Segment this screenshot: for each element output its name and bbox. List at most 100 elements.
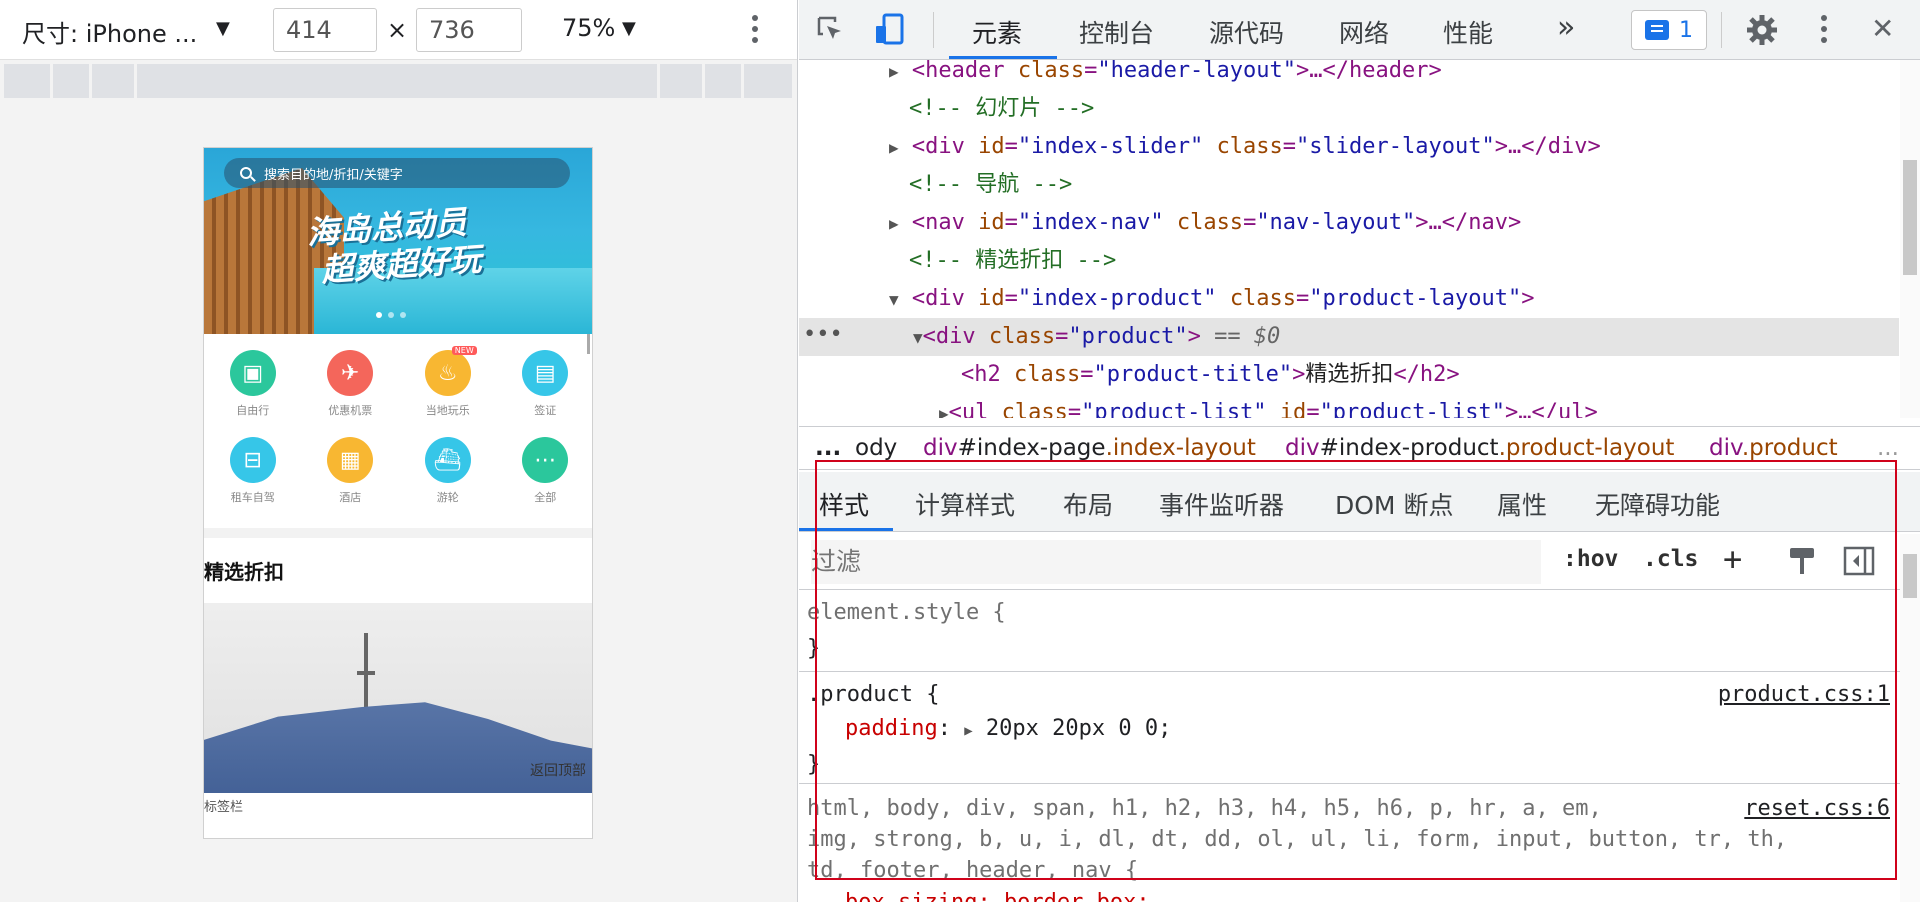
nav-item[interactable]: ▣ 自由行 xyxy=(204,338,302,425)
breadcrumb-product[interactable]: div.product xyxy=(1709,427,1838,469)
nav-item[interactable]: ⋯ 全部 xyxy=(497,425,593,512)
nav-item-label: 签证 xyxy=(534,404,557,417)
rule-selector: element.style { xyxy=(807,600,1006,625)
tab-computed[interactable]: 计算样式 xyxy=(915,486,1015,522)
height-input[interactable]: 736 xyxy=(416,8,522,52)
tab-bar-label: 标签栏 xyxy=(204,800,244,815)
nav-item-glyph: ⛴ xyxy=(433,447,462,473)
nav-item[interactable]: ⊟ 租车自驾 xyxy=(204,425,302,512)
toolbar-divider xyxy=(933,12,934,48)
tab-network[interactable]: 网络 xyxy=(1339,14,1389,50)
search-bar[interactable]: 搜索目的地/折扣/关键字 xyxy=(224,158,570,188)
tab-layout[interactable]: 布局 xyxy=(1063,486,1113,522)
dom-comment-nav[interactable]: <!-- 导航 --> xyxy=(799,166,1899,204)
dom-comment-product[interactable]: <!-- 精选折扣 --> xyxy=(799,242,1899,280)
dom-node-index-product[interactable]: ▼ <div id="index-product" class="product… xyxy=(799,280,1899,318)
nav-item-glyph: ▤ xyxy=(534,360,556,386)
filter-row: :hov .cls + xyxy=(799,534,1920,590)
dimension-times: × xyxy=(387,16,408,44)
rule-selector-line1: html, body, div, span, h1, h2, h3, h4, h… xyxy=(807,796,1602,821)
rule-selector: .product { xyxy=(807,682,940,707)
device-select[interactable]: 尺寸: iPhone ... xyxy=(22,14,197,49)
source-link-reset-css[interactable]: reset.css:6 xyxy=(1744,796,1890,821)
nav-item-label: 全部 xyxy=(534,491,557,504)
search-placeholder: 搜索目的地/折扣/关键字 xyxy=(264,167,403,183)
breadcrumb-body[interactable]: ody xyxy=(855,427,897,469)
inspect-element-icon[interactable] xyxy=(815,14,847,46)
tab-sources[interactable]: 源代码 xyxy=(1209,14,1284,50)
dom-node-index-slider[interactable]: ▶ <div id="index-slider" class="slider-l… xyxy=(799,128,1899,166)
rule-product[interactable]: .product { product.css:1 padding: ▶ 20px… xyxy=(799,672,1920,784)
nav-item[interactable]: ⛴ 游轮 xyxy=(399,425,497,512)
tab-properties[interactable]: 属性 xyxy=(1497,486,1547,522)
banner-slider[interactable]: 搜索目的地/折扣/关键字 海岛总动员 超爽超好玩 xyxy=(204,148,592,334)
nav-item[interactable]: ✈ 优惠机票 xyxy=(302,338,400,425)
customize-menu-icon[interactable] xyxy=(1821,15,1827,48)
nav-item[interactable]: ♨ NEW 当地玩乐 xyxy=(399,338,497,425)
device-emulation-pane: 尺寸: iPhone ... ▼ 414 × 736 75% ▼ 搜索目的地/折… xyxy=(0,0,798,902)
new-style-rule-icon[interactable]: + xyxy=(1723,540,1742,578)
styles-filter-input[interactable] xyxy=(811,540,1541,584)
devtools-panel: 元素 控制台 源代码 网络 性能 » 1 ✕ ▶ <header class="… xyxy=(799,0,1920,902)
nav-item-icon: ▦ xyxy=(327,437,374,483)
style-declaration-box-sizing[interactable]: box-sizing: border-box; xyxy=(845,890,1150,902)
style-declaration-padding[interactable]: padding: ▶ 20px 20px 0 0; xyxy=(845,716,1171,741)
dom-comment-slider[interactable]: <!-- 幻灯片 --> xyxy=(799,90,1899,128)
nav-item-glyph: ⊟ xyxy=(243,447,262,473)
nav-item-icon: ♨ NEW xyxy=(424,346,477,396)
cls-toggle[interactable]: .cls xyxy=(1643,546,1698,572)
issues-count: 1 xyxy=(1679,17,1693,43)
tab-dom-breakpoints[interactable]: DOM 断点 xyxy=(1335,486,1453,522)
issues-chat-icon xyxy=(1645,20,1669,40)
nav-item-icon: ▤ xyxy=(522,350,569,396)
nav-item[interactable]: ▦ 酒店 xyxy=(302,425,400,512)
zoom-select[interactable]: 75% xyxy=(562,14,615,42)
breadcrumb-overflow[interactable]: ... xyxy=(815,427,841,469)
breadcrumb-more[interactable]: ... xyxy=(1877,427,1899,469)
tab-styles[interactable]: 样式 xyxy=(819,486,869,522)
styles-scrollbar[interactable] xyxy=(1900,534,1920,902)
source-link-product-css[interactable]: product.css:1 xyxy=(1718,682,1890,707)
rule-element-style[interactable]: element.style { } xyxy=(799,590,1920,672)
rule-reset[interactable]: html, body, div, span, h1, h2, h3, h4, h… xyxy=(799,784,1920,902)
breadcrumb-index-page[interactable]: div#index-page.index-layout xyxy=(923,427,1256,469)
toggle-sidebar-icon[interactable] xyxy=(1843,546,1875,576)
tab-accessibility[interactable]: 无障碍功能 xyxy=(1595,486,1720,522)
close-devtools-icon[interactable]: ✕ xyxy=(1871,12,1894,45)
tab-elements[interactable]: 元素 xyxy=(972,14,1022,50)
issues-button[interactable]: 1 xyxy=(1631,10,1707,50)
dom-node-product-list[interactable]: ▶<ul class="product-list" id="product-li… xyxy=(799,394,1899,418)
paint-brush-icon[interactable] xyxy=(1787,546,1817,576)
zoom-chevron-icon[interactable]: ▼ xyxy=(622,18,636,39)
media-query-ruler[interactable] xyxy=(4,64,794,98)
width-input[interactable]: 414 xyxy=(273,8,377,52)
settings-gear-icon[interactable] xyxy=(1745,13,1779,47)
nav-item-glyph: ▣ xyxy=(242,360,264,386)
dom-node-index-nav[interactable]: ▶ <nav id="index-nav" class="nav-layout"… xyxy=(799,204,1899,242)
back-to-top-link[interactable]: 返回顶部 xyxy=(530,760,586,780)
category-nav: ▣ 自由行 ✈ 优惠机票 ♨ NEW 当地玩乐 ▤ 签证 ⊟ 租车自驾 ▦ 酒店 ⛴ 游轮 ⋯ 全部 xyxy=(204,338,593,512)
nav-item[interactable]: ▤ 签证 xyxy=(497,338,593,425)
breadcrumb-index-product[interactable]: div#index-product.product-layout xyxy=(1285,427,1674,469)
more-options-icon[interactable] xyxy=(752,15,758,48)
hov-toggle[interactable]: :hov xyxy=(1563,546,1618,572)
tab-performance[interactable]: 性能 xyxy=(1443,14,1493,50)
node-actions-icon[interactable]: ••• xyxy=(803,316,843,354)
nav-item-icon: ✈ xyxy=(327,350,374,396)
more-tabs-icon[interactable]: » xyxy=(1557,10,1575,45)
dom-node-header[interactable]: ▶ <header class="header-layout">…</heade… xyxy=(799,52,1899,90)
tab-event-listeners[interactable]: 事件监听器 xyxy=(1159,486,1284,522)
dom-node-product-title[interactable]: <h2 class="product-title">精选折扣</h2> xyxy=(799,356,1899,394)
dom-node-product-selected[interactable]: ••• ▼<div class="product"> == $0 xyxy=(799,318,1899,356)
rule-close: } xyxy=(807,636,821,661)
device-select-chevron-icon[interactable]: ▼ xyxy=(216,18,230,39)
device-toolbar-toggle-icon[interactable] xyxy=(873,12,907,46)
nav-item-icon: ⊟ xyxy=(229,437,276,483)
product-image[interactable]: 返回顶部 xyxy=(204,603,592,793)
slider-dots[interactable] xyxy=(376,312,406,318)
dom-tree-scrollbar[interactable] xyxy=(1900,60,1920,418)
tab-console[interactable]: 控制台 xyxy=(1079,14,1154,50)
styles-pane: element.style { } .product { product.css… xyxy=(799,590,1920,902)
rule-selector-line3: td, footer, header, nav { xyxy=(807,858,1139,883)
nav-item-icon: ▣ xyxy=(229,350,276,396)
